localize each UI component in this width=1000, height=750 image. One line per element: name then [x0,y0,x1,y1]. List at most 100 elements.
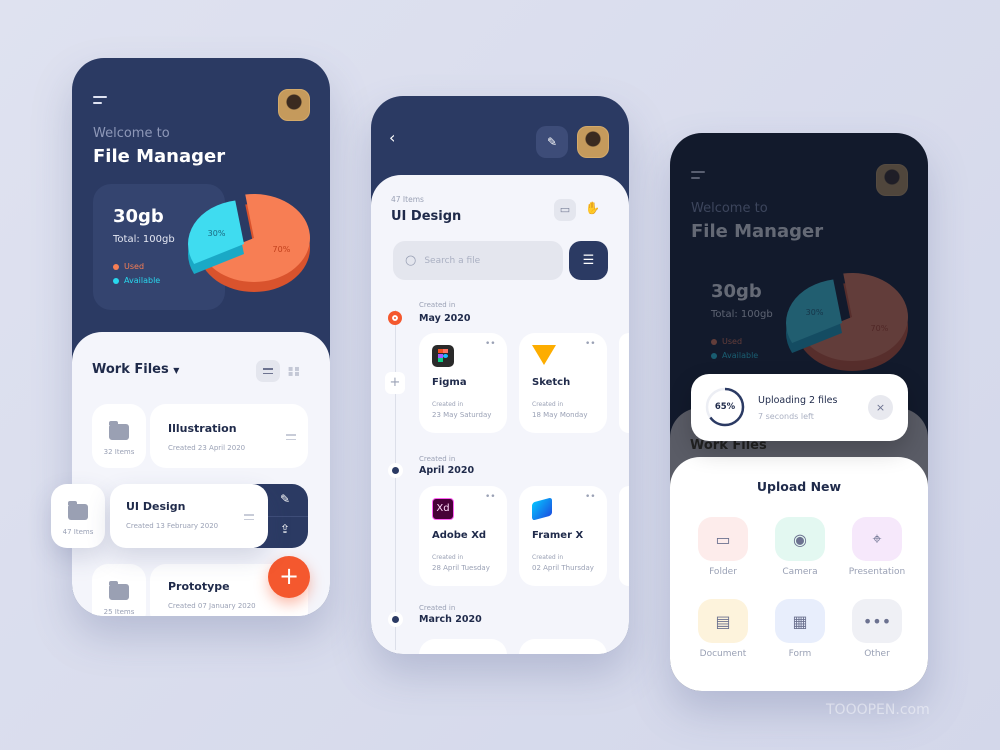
total-value: Total: 100gb [711,309,773,320]
back-icon[interactable]: ‹ [389,128,395,147]
file-tile-sketch[interactable]: •• Sketch Created in 18 May Monday [519,333,607,433]
file-tile-partial[interactable] [619,333,629,433]
sheet-title: Upload New [756,479,842,494]
folder-screen: ‹ ✎ 47 Items UI Design ▭ ✋ ○ Search a fi… [371,96,629,654]
storage-pie-chart: 70% 30% [188,194,310,292]
file-tile[interactable] [419,639,507,654]
progress-percent: 65% [714,402,736,412]
folder-view-button[interactable]: ▭ [554,199,576,221]
file-name: Figma [432,377,467,388]
hand-icon[interactable]: ✋ [585,201,600,215]
add-button[interactable]: + [385,372,405,394]
pie-label: 30% [806,308,824,317]
form-icon: ▦ [775,599,825,643]
group-month: April 2020 [419,465,475,476]
drag-handle-icon[interactable] [286,434,296,443]
folder-icon: ▭ [698,517,748,561]
document-icon: ▤ [698,599,748,643]
legend-used: Used [113,262,144,271]
folder-thumb[interactable]: 32 Items [92,404,146,468]
avatar[interactable] [577,126,609,158]
timeline-dot [392,616,399,623]
upload-progress-toast: 65% Uploading 2 files 7 seconds left × [691,374,908,441]
file-caption: Created in [432,554,464,561]
file-row-illustration[interactable]: Illustration Created 23 April 2020 [150,404,308,468]
upload-eta: 7 seconds left [758,412,814,421]
file-tile-adobe-xd[interactable]: Xd •• Adobe Xd Created in 28 April Tuesd… [419,486,507,586]
timeline-dot-active [388,311,402,325]
menu-icon [691,171,707,181]
watermark: TOOOPEN.com [826,702,930,718]
file-caption: Created in [432,401,464,408]
grid-view-button[interactable]: ▪▪ ▪▪ [288,365,301,378]
file-name: Sketch [532,377,571,388]
pencil-icon: ✎ [546,135,558,149]
pie-label: 70% [273,245,291,254]
file-date: Created 13 February 2020 [126,522,219,530]
more-icon[interactable]: •• [485,492,496,502]
add-fab-button[interactable]: + [268,556,310,598]
close-icon: × [875,401,886,414]
used-value: 30gb [113,206,164,227]
list-icon [263,368,273,374]
app-title: File Manager [93,146,226,167]
file-tile-partial[interactable] [619,486,629,586]
framer-icon [532,497,552,521]
upload-sheet: Upload New ▭ Folder ◉ Camera ⌖ Presentation ▤ D… [670,457,928,691]
file-date: 28 April Tuesday [432,564,490,572]
file-date: 18 May Monday [532,411,588,419]
edit-button[interactable]: ✎ [536,126,568,158]
file-name: Framer X [532,530,584,541]
more-icon[interactable]: •• [585,492,596,502]
item-count: 25 Items [103,608,135,616]
search-placeholder: Search a file [424,255,481,266]
sliders-icon: ☰ [582,253,595,268]
upload-option-other[interactable]: ••• Other [832,599,922,659]
more-icon[interactable]: •• [585,339,596,349]
more-icon[interactable]: •• [485,339,496,349]
legend-available: Available [711,351,758,360]
file-name: Prototype [168,580,230,593]
avatar [876,164,908,196]
file-name: UI Design [126,500,186,513]
file-row-ui-design[interactable]: UI Design Created 13 February 2020 [110,484,268,548]
group-month: May 2020 [419,313,471,324]
file-tile-framer-x[interactable]: •• Framer X Created in 02 April Thursday [519,486,607,586]
avatar[interactable] [278,89,310,121]
folder-icon [109,421,129,440]
legend-available: Available [113,276,160,285]
app-title: File Manager [691,221,824,242]
menu-icon[interactable] [93,96,109,106]
search-input[interactable]: ○ Search a file [393,241,563,280]
welcome-text: Welcome to [691,201,768,216]
file-name: Adobe Xd [432,530,487,541]
share-icon[interactable]: ⇪ [280,522,290,536]
work-files-dropdown[interactable]: Work Files ▼ [92,362,179,377]
group-caption: Created in [419,604,456,612]
folder-icon [109,581,129,600]
welcome-text: Welcome to [93,126,170,141]
pie-label: 30% [208,229,226,238]
edit-icon[interactable]: ✎ [280,492,290,506]
upload-option-presentation[interactable]: ⌖ Presentation [832,517,922,577]
file-tile[interactable] [519,639,607,654]
item-count: 32 Items [103,448,135,456]
option-label: Presentation [848,567,906,577]
folder-thumb[interactable]: 25 Items [92,564,146,616]
timeline-dot [392,467,399,474]
file-tile-figma[interactable]: •• Figma Created in 23 May Saturday [419,333,507,433]
file-caption: Created in [532,554,564,561]
close-button[interactable]: × [868,395,893,420]
drag-handle-icon[interactable] [244,514,254,523]
storage-pie-chart-dimmed: 70% 30% [786,273,908,371]
item-count: 47 Items [391,195,424,204]
file-name: Illustration [168,422,237,435]
upload-title: Uploading 2 files [758,395,838,406]
filter-button[interactable]: ☰ [569,241,608,280]
sketch-icon [532,345,556,365]
item-count: 47 Items [62,528,94,536]
caret-down-icon: ▼ [173,366,180,375]
folder-thumb-dragged[interactable]: 47 Items [51,484,105,548]
group-caption: Created in [419,301,456,309]
list-view-button[interactable] [256,360,280,382]
